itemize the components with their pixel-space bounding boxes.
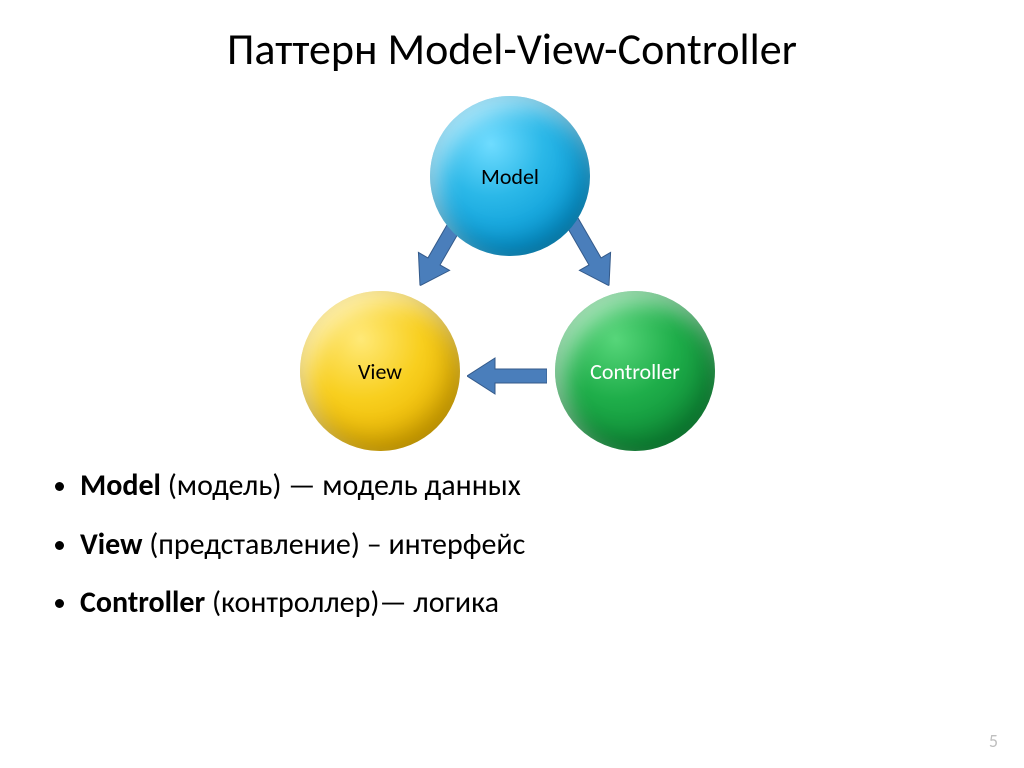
definition-item: Model (модель) — модель данных [80,466,964,507]
definition: интерфейс [388,526,525,563]
dash: — [379,584,413,621]
mvc-cycle-diagram: Model View Controller [0,76,1024,436]
definition-item: View (представление) – интерфейс [80,525,964,566]
translit: (контроллер) [205,584,379,621]
term: Model [80,467,161,504]
translit: (представление) [142,526,366,563]
definition: модель данных [322,467,521,504]
term: View [80,526,142,563]
arrow-controller-to-view [467,356,547,396]
slide-title: Паттерн Model-View-Controller [0,0,1024,76]
definition: логика [413,584,499,621]
page-number: 5 [989,730,998,752]
node-view: View [300,291,460,451]
dash: – [367,526,389,563]
node-controller: Controller [555,291,715,451]
definition-list: Model (модель) — модель данных View (пре… [0,436,1024,624]
dash: — [288,467,322,504]
definition-item: Controller (контроллер)— логика [80,583,964,624]
term: Controller [80,584,205,621]
node-model: Model [430,96,590,256]
translit: (модель) [161,467,288,504]
